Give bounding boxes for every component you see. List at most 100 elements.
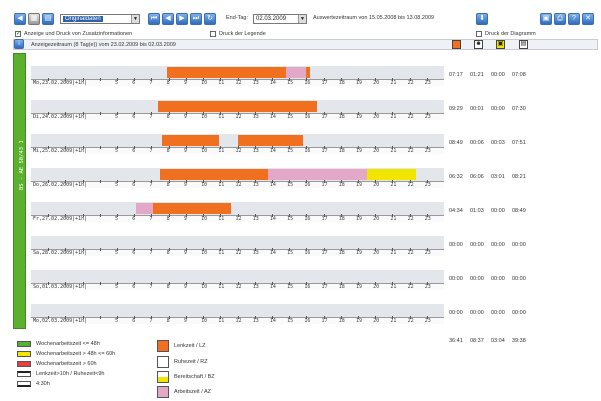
hour-tick [168, 214, 170, 217]
activity-bar-lz[interactable] [237, 135, 303, 146]
hour-tick [271, 316, 273, 319]
close-icon[interactable]: ✕ [582, 13, 594, 25]
hour-label: 18 [338, 216, 345, 222]
activity-bar-lz[interactable] [153, 203, 231, 214]
hour-label: 23 [424, 250, 431, 256]
hour-label: 18 [338, 182, 345, 188]
hour-label: 23 [424, 182, 431, 188]
day-summary: 09:29 00:01 00:00 07:30 [449, 106, 533, 112]
legende-label: Druck der Legende [219, 31, 266, 37]
download-icon[interactable]: ⬇ [476, 13, 488, 25]
legend-bz: Bereitschaft / BZ [174, 374, 215, 380]
hour-label: 10 [201, 318, 208, 324]
activity-bar-lz[interactable] [306, 67, 310, 78]
next-icon[interactable]: ▶ [176, 13, 188, 25]
activity-bar-lz[interactable] [158, 101, 317, 112]
activity-bar-lz[interactable] [160, 169, 269, 180]
day-summary: 08:49 00:06 00:03 07:51 [449, 140, 533, 146]
info-icon[interactable]: i [14, 39, 24, 49]
hour-tick [237, 282, 239, 285]
hour-label: 12 [235, 182, 242, 188]
hour-tick [323, 316, 325, 319]
hour-tick [168, 180, 170, 183]
hour-label: 21 [390, 318, 397, 324]
diagram-checkbox[interactable] [476, 31, 482, 37]
hour-tick [254, 316, 256, 319]
help-icon[interactable]: ? [568, 13, 580, 25]
summary-bz: 03:01 [491, 174, 505, 180]
hour-tick [306, 248, 308, 251]
activity-bar-bz[interactable] [366, 169, 417, 180]
hour-label: 15 [287, 216, 294, 222]
hour-label: 16 [304, 182, 311, 188]
legende-checkbox[interactable] [210, 31, 216, 37]
first-icon[interactable]: ⏮ [148, 13, 160, 25]
hour-tick [117, 180, 119, 183]
hour-tick [237, 248, 239, 251]
print-icon[interactable]: ⎙ [554, 13, 566, 25]
hour-tick [117, 282, 119, 285]
activity-bar-az[interactable] [285, 67, 307, 78]
summary-bz: 00:00 [491, 242, 505, 248]
view-select[interactable]: Originaldaten ▼ [60, 14, 140, 24]
calendar-icon[interactable]: ▤ [42, 13, 54, 25]
activity-bar-az[interactable] [268, 169, 367, 180]
summary-tot: 08:21 [512, 174, 526, 180]
hour-tick [409, 112, 411, 115]
hour-label: 19 [355, 284, 362, 290]
hour-tick [323, 214, 325, 217]
hour-tick [220, 282, 222, 285]
export-icon[interactable]: ▣ [540, 13, 552, 25]
summary-lz: 07:17 [449, 72, 463, 78]
zusatz-checkbox[interactable]: ✓ [15, 31, 21, 37]
legend-rz: Ruhezeit / RZ [174, 359, 208, 365]
prev-icon[interactable]: ◀ [162, 13, 174, 25]
hour-tick [151, 316, 153, 319]
grid-icon[interactable]: ▦ [28, 13, 40, 25]
hour-label: 15 [287, 318, 294, 324]
hour-tick [340, 282, 342, 285]
hour-tick [65, 146, 67, 149]
hour-tick [271, 180, 273, 183]
end-tag-select[interactable]: 02.03.2009 ▼ [253, 14, 307, 24]
hour-tick [323, 248, 325, 251]
legend-swatch-red [17, 361, 31, 367]
hour-tick [426, 112, 428, 115]
legend-woche-high: Wochenarbeitszeit > 60h [36, 361, 97, 367]
legend-woche-ok: Wochenarbeitszeit <= 48h [36, 341, 100, 347]
hour-tick [203, 316, 205, 319]
activity-bar-lz[interactable] [166, 67, 286, 78]
hour-label: 18 [338, 80, 345, 86]
hour-label: 14 [269, 216, 276, 222]
hour-tick [323, 78, 325, 81]
hour-tick [357, 316, 359, 319]
day-summary: 04:34 01:03 00:00 08:49 [449, 208, 533, 214]
refresh-icon[interactable]: ↻ [204, 13, 216, 25]
hour-tick [254, 180, 256, 183]
hour-tick [409, 180, 411, 183]
hour-tick [426, 282, 428, 285]
activity-bar-az[interactable] [135, 203, 154, 214]
hour-tick [306, 214, 308, 217]
period-text: Anzeigezeitraum (8 Tag(e)) vom 23.02.200… [31, 42, 176, 48]
hour-tick [220, 112, 222, 115]
hour-tick [375, 248, 377, 251]
hour-label: 21 [390, 250, 397, 256]
hour-tick [289, 282, 291, 285]
hour-tick [134, 214, 136, 217]
hour-tick [65, 282, 67, 285]
hour-tick [409, 316, 411, 319]
hour-label: 14 [269, 182, 276, 188]
hour-tick [375, 112, 377, 115]
last-icon[interactable]: ⏭ [190, 13, 202, 25]
hour-tick [220, 248, 222, 251]
back-icon[interactable]: ◀ [14, 13, 26, 25]
hour-tick [426, 248, 428, 251]
hour-tick [203, 180, 205, 183]
day-date: Sa,28.02.2009|+1h| [33, 250, 88, 256]
hour-tick [375, 146, 377, 149]
activity-bar-lz[interactable] [161, 135, 219, 146]
hour-tick [203, 112, 205, 115]
hour-tick [271, 146, 273, 149]
hour-tick [185, 180, 187, 183]
